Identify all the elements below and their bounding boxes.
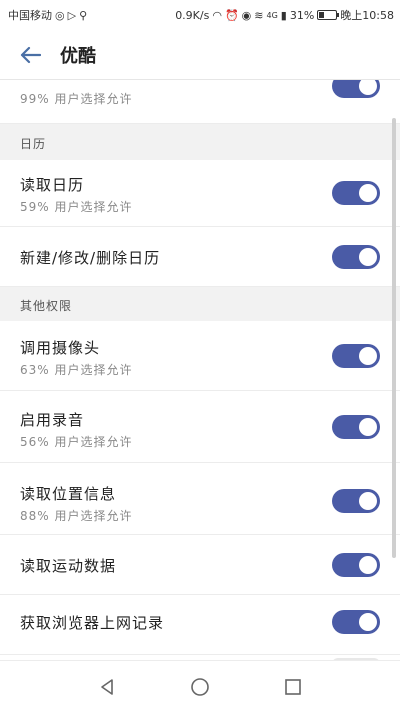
permission-toggle[interactable] (332, 415, 380, 439)
permission-title: 启用录音 (20, 411, 85, 429)
toggle-knob (359, 492, 377, 510)
page-title: 优酷 (60, 45, 96, 67)
permission-title: 读取日历 (20, 176, 85, 194)
list-item-location[interactable]: 读取位置信息 88% 用户选择允许 (0, 463, 400, 535)
nav-home-button[interactable] (180, 667, 220, 707)
list-item-edit-calendar[interactable]: 新建/修改/删除日历 (0, 227, 400, 287)
back-button[interactable] (0, 30, 60, 80)
key-icon: ⚲ (79, 8, 88, 22)
permission-subtitle: 88% 用户选择允许 (20, 509, 133, 523)
section-header-calendar: 日历 (0, 124, 400, 160)
battery-fill (319, 12, 325, 18)
permission-toggle[interactable] (332, 610, 380, 634)
triangle-back-icon (100, 678, 113, 695)
permission-toggle[interactable] (332, 181, 380, 205)
alarm-icon: ⏰ (224, 8, 239, 22)
permission-toggle[interactable] (332, 489, 380, 513)
notification-icon: ◎ (55, 8, 65, 22)
network-speed: 0.9K/s (175, 8, 210, 22)
clock: 晚上10:58 (340, 9, 394, 22)
toggle-knob (359, 613, 377, 631)
permission-title: 读取位置信息 (20, 485, 117, 503)
signal-label: 4G (266, 10, 278, 20)
arrow-left-icon (20, 46, 41, 63)
list-item-camera[interactable]: 调用摄像头 63% 用户选择允许 (0, 321, 400, 391)
play-icon: ▷ (67, 8, 77, 22)
permission-title: 调用摄像头 (20, 339, 101, 357)
toggle-knob (359, 418, 377, 436)
circle-home-icon (191, 677, 209, 696)
scrollbar[interactable] (392, 118, 396, 558)
status-bar: 中国移动 ◎ ▷ ⚲ 0.9K/s ◠ ⏰ ◉ ≋ 4G ▮ 31% 晚上10:… (0, 0, 400, 30)
toggle-knob (359, 184, 377, 202)
list-item-read-calendar[interactable]: 读取日历 59% 用户选择允许 (0, 160, 400, 227)
toggle-knob (359, 556, 377, 574)
list-item-browser-history[interactable]: 获取浏览器上网记录 (0, 595, 400, 655)
permission-toggle[interactable] (332, 344, 380, 368)
eye-icon: ◉ (241, 8, 252, 22)
permission-title: 读取运动数据 (20, 557, 117, 575)
permission-list[interactable]: 99% 用户选择允许 日历 读取日历 59% 用户选择允许 新建/修改/删除日历… (0, 80, 400, 660)
list-item-motion[interactable]: 读取运动数据 (0, 535, 400, 595)
signal-icon: ▮ (280, 8, 287, 22)
square-recents-icon (285, 678, 302, 695)
nav-back-button[interactable] (87, 667, 127, 707)
battery-percent: 31% (289, 8, 315, 22)
wifi-icon: ≋ (254, 8, 264, 22)
permission-subtitle: 56% 用户选择允许 (20, 435, 133, 449)
permission-subtitle: 99% 用户选择允许 (20, 92, 133, 106)
app-bar: 优酷 (0, 30, 400, 80)
section-header-other: 其他权限 (0, 287, 400, 321)
list-item-record-audio[interactable]: 启用录音 56% 用户选择允许 (0, 391, 400, 463)
nav-recents-button[interactable] (273, 667, 313, 707)
list-item-partial: 99% 用户选择允许 (0, 80, 400, 124)
permission-subtitle: 63% 用户选择允许 (20, 363, 133, 377)
permission-toggle[interactable] (332, 245, 380, 269)
headphones-icon: ◠ (212, 8, 222, 22)
system-nav-bar (0, 660, 400, 712)
section-title: 其他权限 (20, 299, 73, 313)
battery-icon (317, 10, 340, 20)
section-title: 日历 (20, 137, 47, 151)
permission-toggle[interactable] (332, 80, 380, 98)
permission-subtitle: 59% 用户选择允许 (20, 200, 133, 214)
toggle-knob (359, 80, 377, 95)
permission-toggle[interactable] (332, 553, 380, 577)
toggle-knob (359, 347, 377, 365)
toggle-knob (359, 248, 377, 266)
permission-title: 获取浏览器上网记录 (20, 614, 165, 632)
carrier-label: 中国移动 (8, 9, 52, 22)
permission-title: 新建/修改/删除日历 (20, 249, 161, 267)
